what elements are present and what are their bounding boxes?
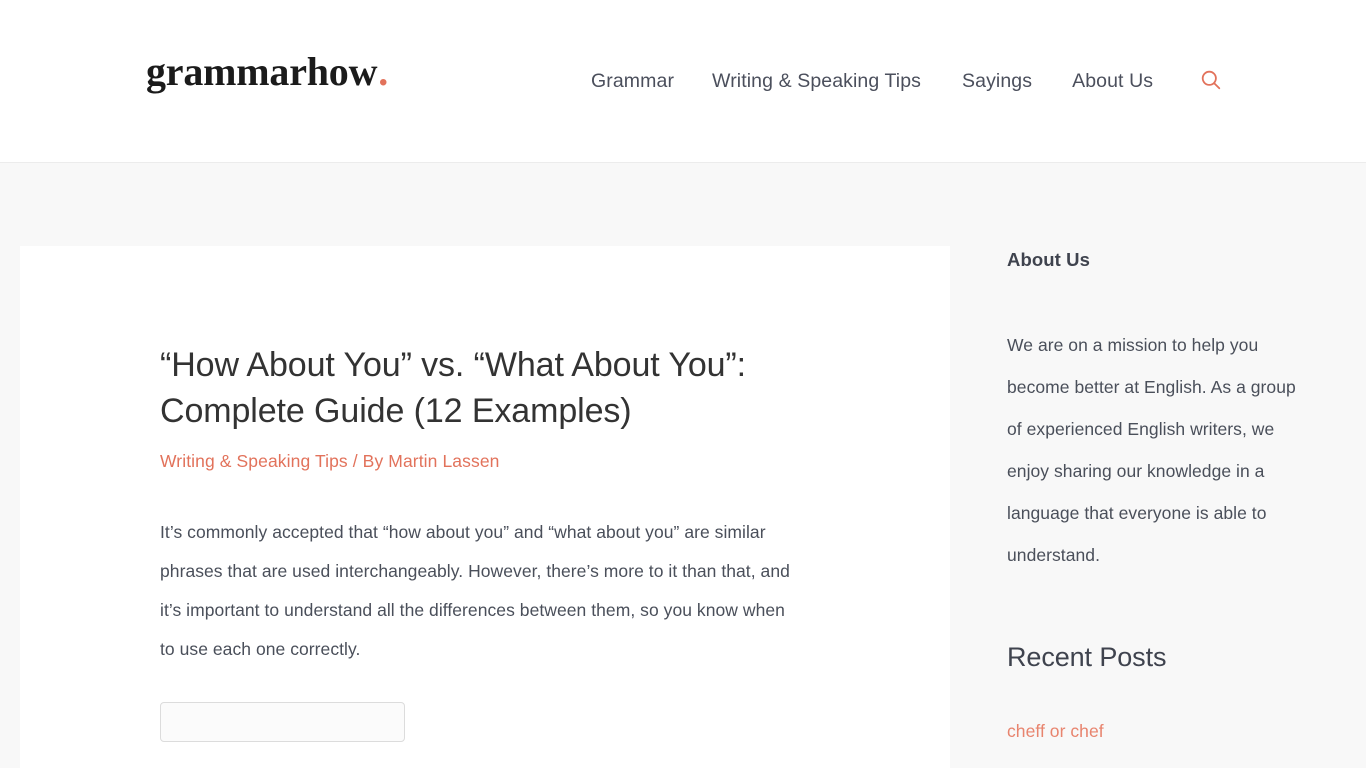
article-card: “How About You” vs. “What About You”: Co…	[20, 246, 950, 768]
byline-prefix: By	[362, 451, 384, 471]
list-item: cheff or chef	[1007, 717, 1312, 747]
search-icon	[1199, 68, 1223, 95]
site-logo[interactable]: grammarhow .	[146, 52, 388, 92]
recent-posts-list: cheff or chef	[1007, 717, 1312, 747]
byline-author-link[interactable]: Martin Lassen	[388, 451, 499, 471]
site-logo-dot: .	[378, 49, 389, 94]
header-inner: grammarhow . Grammar Writing & Speaking …	[0, 0, 1366, 162]
widget-title-about-us: About Us	[1007, 249, 1091, 270]
nav-item-sayings[interactable]: Sayings	[962, 66, 1032, 96]
sidebar: About Us We are on a mission to help you…	[1007, 163, 1312, 747]
recent-post-link-cheff-or-chef[interactable]: cheff or chef	[1007, 721, 1104, 741]
byline-category-link[interactable]: Writing & Speaking Tips	[160, 451, 348, 471]
main-navigation: Grammar Writing & Speaking Tips Sayings …	[591, 66, 1224, 96]
site-logo-text: grammarhow	[146, 49, 378, 94]
article: “How About You” vs. “What About You”: Co…	[20, 246, 810, 742]
page-body: “How About You” vs. “What About You”: Co…	[0, 163, 1366, 768]
byline: Writing & Speaking Tips / By Martin Lass…	[160, 448, 810, 474]
page-title: “How About You” vs. “What About You”: Co…	[160, 346, 747, 430]
table-of-contents-box[interactable]	[160, 702, 405, 742]
widget-text-about-us: We are on a mission to help you become b…	[1007, 335, 1296, 565]
nav-item-grammar[interactable]: Grammar	[591, 66, 674, 96]
nav-item-writing-speaking-tips[interactable]: Writing & Speaking Tips	[712, 66, 921, 96]
widget-title-recent-posts: Recent Posts	[1007, 642, 1167, 672]
search-button[interactable]	[1198, 68, 1224, 94]
article-intro-paragraph: It’s commonly accepted that “how about y…	[160, 522, 790, 659]
nav-item-about-us[interactable]: About Us	[1072, 66, 1153, 96]
site-header: grammarhow . Grammar Writing & Speaking …	[0, 0, 1366, 163]
